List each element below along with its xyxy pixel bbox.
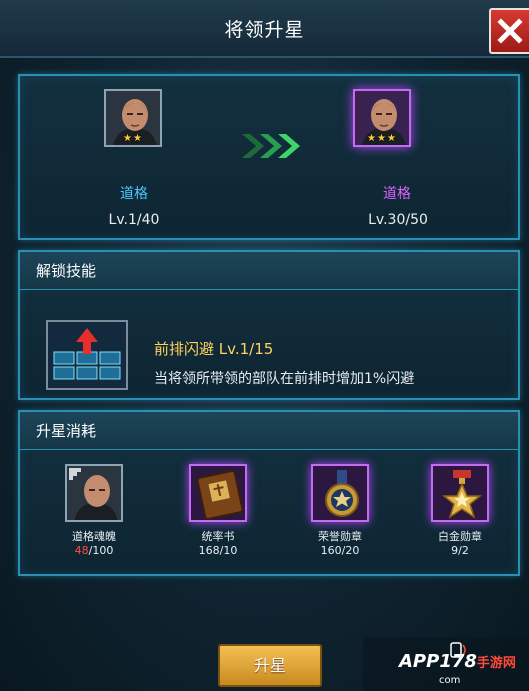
- cost-item-count: 160/20: [320, 544, 360, 557]
- star-rating: ★★: [123, 133, 143, 144]
- cost-item-honor-medal[interactable]: 荣誉勋章 160/20: [290, 464, 390, 557]
- cost-item-count: 168/10: [198, 544, 238, 557]
- skill-icon[interactable]: [46, 320, 128, 390]
- cost-item-name: 统率书: [201, 530, 235, 543]
- hero-portrait-current[interactable]: ★★: [104, 89, 162, 147]
- section-header: 解锁技能: [20, 252, 518, 290]
- upgrade-panel: ★★ 道格 Lv.1/40 ★★★ 道格 Lv.30/50: [18, 74, 520, 240]
- platinum-medal-icon: [431, 464, 489, 522]
- watermark-url: com: [439, 675, 461, 686]
- hero-name-current: 道格: [120, 186, 148, 202]
- star-rating: ★★★: [367, 133, 397, 144]
- cost-item-count: 48/100: [74, 544, 114, 557]
- close-icon: [497, 18, 523, 44]
- honor-medal-icon: [311, 464, 369, 522]
- skill-name: 前排闪避 Lv.1/15: [154, 340, 274, 358]
- skill-description: 当将领所带领的部队在前排时增加1%闪避: [154, 371, 415, 387]
- section-header: 升星消耗: [20, 412, 518, 450]
- cost-item-count: 9/2: [451, 544, 469, 557]
- cost-item-hero-soul[interactable]: 道格魂魄 48/100: [44, 464, 144, 557]
- unlock-skill-panel: 解锁技能 前排闪避 Lv.1/15 当将领所带领的部队在前排时增加1%闪避: [18, 250, 520, 400]
- front-row-dodge-icon: [48, 322, 126, 388]
- hero-level-next: Lv.30/50: [368, 212, 428, 228]
- soul-fragment-icon: [65, 464, 123, 522]
- watermark-text: APP178手游网: [399, 651, 516, 672]
- cost-item-name: 白金勋章: [438, 530, 482, 543]
- triple-chevron-right-icon: [242, 134, 300, 158]
- upgrade-cost-panel: 升星消耗 道格魂魄 48/100 统率书 168/10 荣誉勋章 160/20 …: [18, 410, 520, 576]
- hero-level-current: Lv.1/40: [108, 212, 160, 228]
- cost-item-command-book[interactable]: 统率书 168/10: [168, 464, 268, 557]
- title-bar: 将领升星: [0, 0, 529, 58]
- upgrade-star-button[interactable]: 升星: [218, 644, 322, 687]
- site-watermark: APP178手游网 com: [363, 637, 529, 691]
- cost-item-name: 荣誉勋章: [318, 530, 362, 543]
- hero-portrait-next[interactable]: ★★★: [353, 89, 411, 147]
- cost-item-platinum-medal[interactable]: 白金勋章 9/2: [410, 464, 510, 557]
- cost-item-name: 道格魂魄: [72, 530, 116, 543]
- command-book-icon: [189, 464, 247, 522]
- page-title: 将领升星: [224, 19, 305, 41]
- close-button[interactable]: [489, 8, 529, 54]
- hero-name-next: 道格: [383, 186, 411, 202]
